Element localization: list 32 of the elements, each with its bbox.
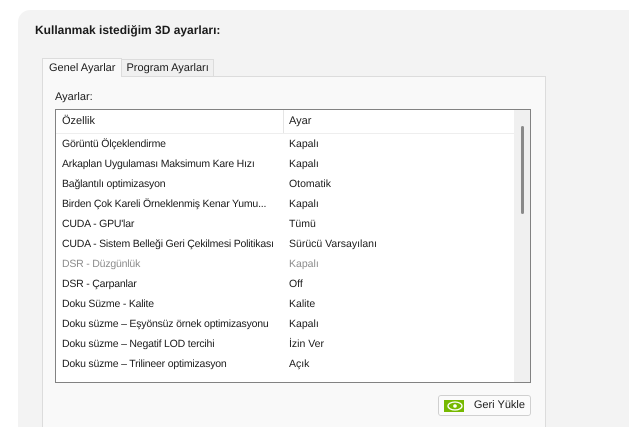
setting-name[interactable]: Doku süzme – Eşyönsüz örnek optimizasyonu [56, 317, 284, 333]
setting-name[interactable]: Arkaplan Uygulaması Maksimum Kare Hızı [56, 157, 284, 173]
setting-value[interactable]: Off [284, 277, 303, 293]
setting-name[interactable]: Birden Çok Kareli Örneklenmiş Kenar Yumu... [56, 197, 284, 213]
setting-value[interactable]: Kapalı [284, 157, 319, 173]
setting-name[interactable]: DSR - Çarpanlar [56, 277, 284, 293]
setting-value[interactable]: Açık [284, 357, 310, 373]
eye-logo-icon [444, 400, 464, 412]
setting-name[interactable]: CUDA - GPU'lar [56, 217, 284, 233]
setting-value[interactable]: Kapalı [284, 197, 319, 213]
setting-name[interactable]: Doku süzme – Negatif LOD tercihi [56, 337, 284, 353]
tab[interactable]: Genel Ayarlar [42, 58, 122, 77]
section-title: Kullanmak istediğim 3D ayarları: [35, 22, 222, 39]
setting-value[interactable]: Otomatik [284, 177, 332, 193]
settings-label: Ayarlar: [55, 90, 94, 105]
setting-name[interactable]: Bağlantılı optimizasyon [56, 177, 284, 193]
setting-value[interactable]: Sürücü Varsayılanı [284, 237, 377, 253]
setting-name[interactable]: Doku süzme – Trilineer optimizasyon [56, 357, 284, 373]
column-header[interactable]: Ayar [284, 110, 514, 133]
restore-button[interactable]: Geri Yükle [438, 395, 531, 416]
tab[interactable]: Program Ayarları [122, 59, 214, 76]
setting-value[interactable]: Kapalı [284, 137, 319, 153]
scrollbar[interactable] [514, 110, 530, 382]
column-header[interactable]: Özellik [56, 110, 284, 133]
setting-value[interactable]: Kalite [284, 297, 316, 313]
setting-name[interactable]: Doku Süzme - Kalite [56, 297, 284, 313]
scrollbar-thumb[interactable] [520, 126, 524, 214]
setting-name[interactable]: Görüntü Ölçeklendirme [56, 137, 284, 153]
setting-name[interactable]: CUDA - Sistem Belleği Geri Çekilmesi Politikası [56, 237, 284, 253]
setting-value[interactable]: Tümü [284, 217, 316, 233]
setting-value[interactable]: İzin Ver [284, 337, 324, 353]
setting-value[interactable]: Kapalı [284, 317, 319, 333]
